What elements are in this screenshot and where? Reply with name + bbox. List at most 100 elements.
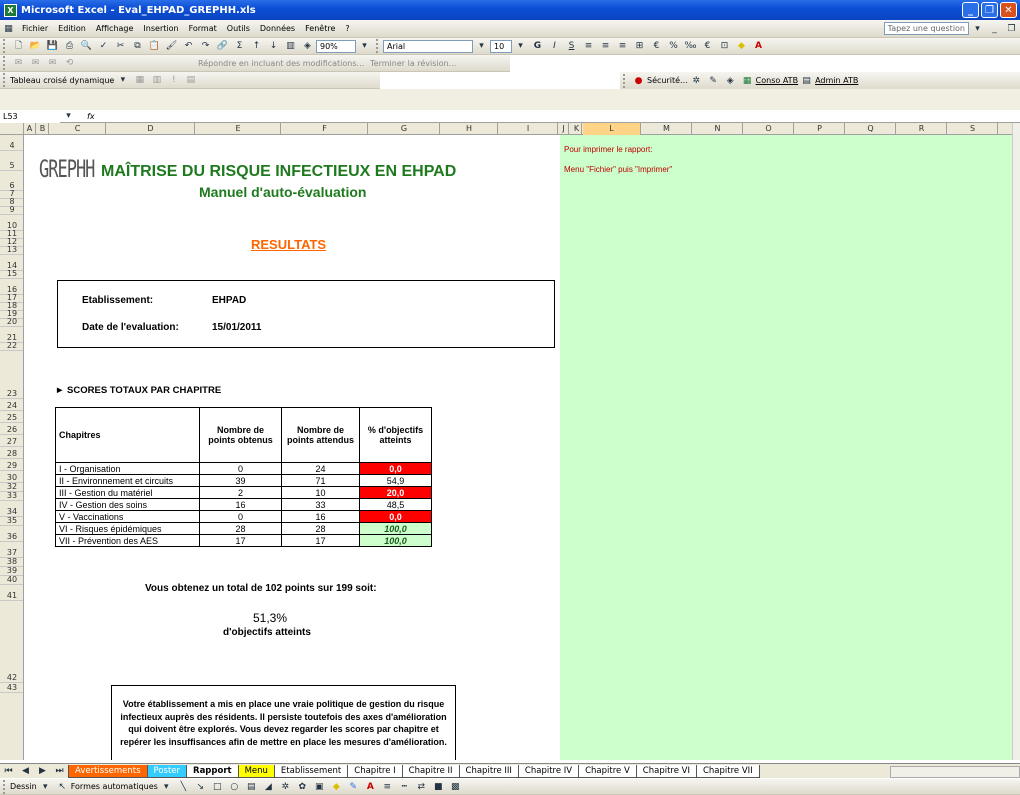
close-button[interactable]: ✕ xyxy=(1000,2,1017,18)
row-header[interactable]: 42 xyxy=(0,601,23,683)
prev-sheet-icon[interactable]: ◀ xyxy=(18,764,33,778)
zoom-select[interactable]: 90% xyxy=(316,39,356,53)
conso-atb-button[interactable]: Conso ATB xyxy=(756,76,798,85)
oval-icon[interactable]: ○ xyxy=(227,780,242,794)
sort-desc-icon[interactable]: ↓ xyxy=(266,39,281,53)
review-end-link[interactable]: Terminer la révision... xyxy=(370,59,456,68)
fill-color-icon[interactable]: ◆ xyxy=(734,39,749,53)
pivot-icon-1[interactable]: ▦ xyxy=(132,73,147,87)
row-header[interactable]: 25 xyxy=(0,411,23,423)
sheet-tab-chapitre-iii[interactable]: Chapitre III xyxy=(458,765,519,778)
align-right-icon[interactable]: ≡ xyxy=(615,39,630,53)
macro-icon[interactable]: ✲ xyxy=(689,74,704,88)
menu-affichage-2[interactable]: Affichage xyxy=(91,24,139,33)
restore-button[interactable]: ❐ xyxy=(981,2,998,18)
row-header[interactable]: 34 xyxy=(0,501,23,517)
row-header[interactable]: 41 xyxy=(0,585,23,601)
sheet-tab-avertissements[interactable]: Avertissements xyxy=(68,765,148,778)
new-icon[interactable]: 🗋 xyxy=(11,39,26,53)
vb-icon[interactable]: ✎ xyxy=(706,74,721,88)
row-header[interactable]: 9 xyxy=(0,205,23,215)
preview-icon[interactable]: 🔍 xyxy=(79,39,94,53)
row-header[interactable]: 37 xyxy=(0,542,23,558)
font-color-icon[interactable]: A xyxy=(751,39,766,53)
fill-icon[interactable]: ◆ xyxy=(329,780,344,794)
chart-wizard-icon[interactable]: ▥ xyxy=(283,39,298,53)
align-left-icon[interactable]: ≡ xyxy=(581,39,596,53)
redo-icon[interactable]: ↷ xyxy=(198,39,213,53)
clipart-icon[interactable]: ✿ xyxy=(295,780,310,794)
dessin-menu[interactable]: Dessin xyxy=(10,782,37,791)
picture-icon[interactable]: ▣ xyxy=(312,780,327,794)
spellcheck-icon[interactable]: ✓ xyxy=(96,39,111,53)
row-header[interactable]: 23 xyxy=(0,351,23,399)
undo-icon[interactable]: ↶ xyxy=(181,39,196,53)
menu-insertion-3[interactable]: Insertion xyxy=(138,24,183,33)
diagram-icon[interactable]: ✲ xyxy=(278,780,293,794)
3d-icon[interactable]: ▩ xyxy=(448,780,463,794)
first-sheet-icon[interactable]: ⏮ xyxy=(1,764,16,778)
pivot-icon-2[interactable]: ▥ xyxy=(149,73,164,87)
copy-icon[interactable]: ⧉ xyxy=(130,39,145,53)
admin-icon[interactable]: ▤ xyxy=(799,74,814,88)
row-header[interactable]: 20 xyxy=(0,317,23,327)
hyperlink-icon[interactable]: 🔗 xyxy=(215,39,230,53)
drawing-icon[interactable]: ◈ xyxy=(300,39,315,53)
review-icon[interactable]: ✉ xyxy=(11,56,26,70)
column-header[interactable]: J xyxy=(559,123,569,135)
select-arrow-icon[interactable]: ↖ xyxy=(55,780,70,794)
pivot-menu[interactable]: Tableau croisé dynamique xyxy=(10,76,114,85)
sheet-tab-etablissement[interactable]: Etablissement xyxy=(273,765,349,778)
design-icon[interactable]: ◈ xyxy=(723,74,738,88)
line-icon[interactable]: ╲ xyxy=(176,780,191,794)
column-header[interactable]: I xyxy=(499,123,558,135)
sheet-tab-chapitre-iv[interactable]: Chapitre IV xyxy=(517,765,580,778)
security-button[interactable]: Sécurité... xyxy=(647,76,688,85)
vertical-scrollbar[interactable] xyxy=(1012,123,1020,760)
align-center-icon[interactable]: ≡ xyxy=(598,39,613,53)
shadow-icon[interactable]: ■ xyxy=(431,780,446,794)
pivot-dropdown-icon[interactable]: ▾ xyxy=(115,73,130,87)
review-reply-link[interactable]: Répondre en incluant des modifications..… xyxy=(198,59,364,68)
row-header[interactable]: 43 xyxy=(0,683,23,693)
sheet-tab-poster[interactable]: Poster xyxy=(146,765,188,778)
review-icon-3[interactable]: ✉ xyxy=(45,56,60,70)
currency-icon[interactable]: € xyxy=(649,39,664,53)
row-header[interactable]: 26 xyxy=(0,423,23,435)
borders-icon[interactable]: ⊡ xyxy=(717,39,732,53)
select-all-corner[interactable] xyxy=(0,123,24,135)
column-header[interactable]: G xyxy=(369,123,440,135)
admin-atb-button[interactable]: Admin ATB xyxy=(815,76,858,85)
review-icon-4[interactable]: ⟲ xyxy=(62,56,77,70)
open-icon[interactable]: 📂 xyxy=(28,39,43,53)
column-header[interactable]: B xyxy=(37,123,49,135)
row-header[interactable]: 40 xyxy=(0,575,23,585)
column-header[interactable]: D xyxy=(107,123,195,135)
arrow-style-icon[interactable]: ⇄ xyxy=(414,780,429,794)
font-size-select[interactable]: 10 xyxy=(490,39,512,53)
sheet-tab-chapitre-i[interactable]: Chapitre I xyxy=(347,765,403,778)
size-dropdown-icon[interactable]: ▾ xyxy=(513,39,528,53)
column-header[interactable]: P xyxy=(795,123,845,135)
conso-icon[interactable]: ▦ xyxy=(740,74,755,88)
rectangle-icon[interactable]: □ xyxy=(210,780,225,794)
italic-icon[interactable]: I xyxy=(547,39,562,53)
sort-asc-icon[interactable]: ↑ xyxy=(249,39,264,53)
thousands-icon[interactable]: ‰ xyxy=(683,39,698,53)
row-header[interactable]: 5 xyxy=(0,151,23,171)
doc-restore-icon[interactable]: ❐ xyxy=(1004,22,1019,36)
column-header[interactable]: H xyxy=(441,123,498,135)
font-dropdown-icon[interactable]: ▾ xyxy=(474,39,489,53)
last-sheet-icon[interactable]: ⏭ xyxy=(52,764,67,778)
underline-icon[interactable]: S xyxy=(564,39,579,53)
percent-icon[interactable]: % xyxy=(666,39,681,53)
row-header[interactable]: 27 xyxy=(0,435,23,447)
row-header[interactable]: 6 xyxy=(0,171,23,191)
name-box-dropdown-icon[interactable]: ▾ xyxy=(61,109,76,123)
dessin-dropdown-icon[interactable]: ▾ xyxy=(38,780,53,794)
sheet-tab-chapitre-vi[interactable]: Chapitre VI xyxy=(635,765,697,778)
paste-icon[interactable]: 📋 xyxy=(147,39,162,53)
minimize-button[interactable]: _ xyxy=(962,2,979,18)
help-search-input[interactable]: Tapez une question xyxy=(883,22,969,35)
column-header[interactable]: L xyxy=(583,123,641,135)
